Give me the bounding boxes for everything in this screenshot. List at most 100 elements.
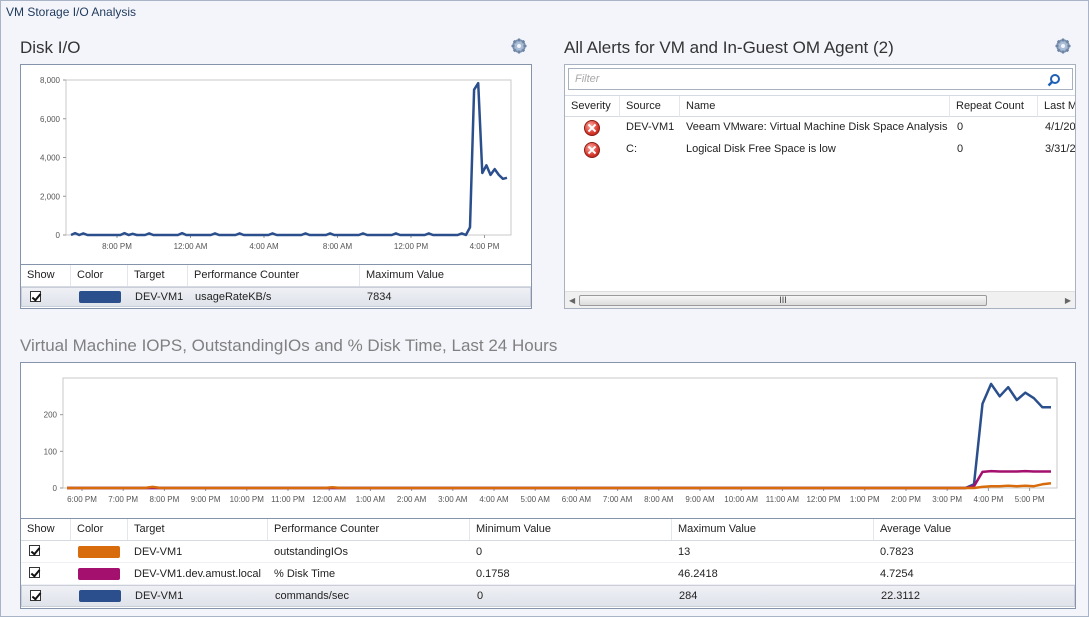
min-value-cell: 0 — [476, 546, 483, 558]
series-color-swatch — [78, 546, 120, 558]
alerts-horizontal-scrollbar[interactable]: ◀ III ▶ — [565, 291, 1075, 308]
header-show[interactable]: Show — [21, 519, 71, 540]
y-tick-label: 6,000 — [40, 115, 61, 124]
header-show[interactable]: Show — [21, 265, 71, 286]
iops-legend-table: Show Color Target Performance Counter Mi… — [21, 518, 1075, 608]
scrollbar-grip: III — [779, 295, 787, 305]
iops-chart: 0 100 200 6:00 PM 7:00 PM 8:00 PM 9:00 PM 10:00… — [44, 377, 1058, 504]
y-tick-label: 0 — [53, 484, 58, 493]
x-tick-label: 11:00 AM — [766, 495, 800, 504]
iops-panel: 0 100 200 6:00 PM 7:00 PM 8:00 PM 9:00 PM 10:00… — [20, 362, 1076, 609]
iops-legend-row[interactable]: DEV-VM1 outstandingIOs 0 13 0.7823 — [21, 541, 1075, 563]
alert-last-modified-cell: 3/31/2 — [1045, 143, 1075, 155]
header-repeat-count[interactable]: Repeat Count — [950, 96, 1038, 117]
min-value-cell: 0.1758 — [476, 568, 510, 580]
y-tick-label: 4,000 — [40, 154, 61, 163]
counter-cell: % Disk Time — [274, 568, 336, 580]
alert-row[interactable]: DEV-VM1 Veeam VMware: Virtual Machine Di… — [565, 117, 1075, 139]
max-value-cell: 13 — [678, 546, 691, 558]
series-line-usageratekb-s — [70, 81, 508, 237]
max-value-cell: 7834 — [367, 291, 392, 303]
error-severity-icon — [584, 120, 600, 136]
counter-cell: commands/sec — [275, 590, 349, 602]
series-line-outstandingios — [67, 481, 1052, 490]
scroll-right-icon[interactable]: ▶ — [1065, 296, 1071, 305]
show-checkbox[interactable] — [30, 291, 41, 302]
show-checkbox[interactable] — [30, 590, 41, 601]
series-color-swatch — [78, 568, 120, 580]
header-maximum-value[interactable]: Maximum Value — [672, 519, 874, 540]
header-maximum-value[interactable]: Maximum Value — [360, 265, 531, 286]
header-target[interactable]: Target — [128, 265, 188, 286]
x-tick-label: 2:00 PM — [891, 495, 921, 504]
alerts-settings-gear-icon[interactable] — [1055, 38, 1071, 54]
x-tick-label: 4:00 AM — [479, 495, 509, 504]
disk-io-legend-table: Show Color Target Performance Counter Ma… — [21, 264, 531, 308]
show-checkbox[interactable] — [29, 545, 40, 556]
counter-cell: outstandingIOs — [274, 546, 348, 558]
scroll-left-icon[interactable]: ◀ — [569, 296, 575, 305]
x-tick-label: 8:00 PM — [102, 242, 132, 251]
x-tick-label: 6:00 PM — [67, 495, 97, 504]
alert-row[interactable]: C: Logical Disk Free Space is low 0 3/31… — [565, 139, 1075, 161]
window-title: VM Storage I/O Analysis — [6, 5, 137, 19]
header-target[interactable]: Target — [128, 519, 268, 540]
iops-legend-row[interactable]: DEV-VM1.dev.amust.local % Disk Time 0.17… — [21, 563, 1075, 585]
x-tick-label: 5:00 PM — [1015, 495, 1045, 504]
header-color[interactable]: Color — [71, 265, 128, 286]
alert-source-cell: C: — [626, 143, 637, 155]
y-tick-label: 200 — [44, 411, 58, 420]
series-color-swatch — [79, 291, 121, 303]
series-line--disk-time — [67, 469, 1051, 490]
alerts-table-header: Severity Source Name Repeat Count Last M — [565, 95, 1075, 117]
x-tick-label: 4:00 PM — [470, 242, 500, 251]
header-average-value[interactable]: Average Value — [874, 519, 1075, 540]
target-cell: DEV-VM1 — [134, 546, 183, 558]
x-tick-label: 12:00 AM — [312, 495, 346, 504]
avg-value-cell: 0.7823 — [880, 546, 914, 558]
x-tick-label: 7:00 PM — [108, 495, 138, 504]
x-tick-label: 12:00 AM — [174, 242, 208, 251]
iops-legend-row[interactable]: DEV-VM1 commands/sec 0 284 22.3112 — [21, 585, 1075, 607]
counter-cell: usageRateKB/s — [195, 291, 272, 303]
y-tick-label: 2,000 — [40, 192, 61, 201]
alerts-filter-input[interactable]: Filter — [568, 68, 1073, 90]
alert-last-modified-cell: 4/1/20 — [1045, 121, 1075, 133]
header-severity[interactable]: Severity — [565, 96, 620, 117]
header-last-modified[interactable]: Last M — [1038, 96, 1075, 117]
max-value-cell: 284 — [679, 590, 698, 602]
disk-io-chart: 0 2,000 4,000 6,000 8,000 8:00 PM 12:00 AM 4:00… — [40, 76, 512, 251]
x-tick-label: 8:00 AM — [644, 495, 674, 504]
alerts-table: Severity Source Name Repeat Count Last M… — [565, 95, 1075, 290]
header-source[interactable]: Source — [620, 96, 680, 117]
x-tick-label: 5:00 AM — [521, 495, 551, 504]
disk-io-panel: 0 2,000 4,000 6,000 8,000 8:00 PM 12:00 AM 4:00… — [20, 64, 532, 309]
plot-area — [65, 79, 512, 236]
x-tick-label: 12:00 PM — [394, 242, 429, 251]
header-name[interactable]: Name — [680, 96, 950, 117]
x-tick-label: 9:00 AM — [685, 495, 715, 504]
header-performance-counter[interactable]: Performance Counter — [268, 519, 470, 540]
header-performance-counter[interactable]: Performance Counter — [188, 265, 360, 286]
alert-repeat-cell: 0 — [957, 143, 964, 155]
header-color[interactable]: Color — [71, 519, 128, 540]
disk-io-legend-header: Show Color Target Performance Counter Ma… — [21, 265, 531, 287]
max-value-cell: 46.2418 — [678, 568, 718, 580]
scrollbar-thumb[interactable]: III — [579, 295, 987, 306]
series-color-swatch — [79, 590, 121, 602]
target-cell: DEV-VM1.dev.amust.local — [134, 568, 261, 580]
x-tick-label: 2:00 AM — [397, 495, 427, 504]
disk-io-title: Disk I/O — [20, 38, 81, 57]
series-line-commands-sec — [67, 382, 1051, 490]
header-minimum-value[interactable]: Minimum Value — [470, 519, 672, 540]
window-frame: VM Storage I/O Analysis Disk I/O 0 2,000 4… — [0, 0, 1089, 617]
min-value-cell: 0 — [477, 590, 484, 602]
alert-name-cell: Logical Disk Free Space is low — [686, 143, 836, 155]
x-tick-label: 10:00 AM — [724, 495, 758, 504]
disk-io-legend-row[interactable]: DEV-VM1 usageRateKB/s 7834 — [21, 287, 531, 307]
y-tick-label: 8,000 — [40, 76, 61, 85]
show-checkbox[interactable] — [29, 567, 40, 578]
avg-value-cell: 4.7254 — [880, 568, 914, 580]
disk-io-settings-gear-icon[interactable] — [511, 38, 527, 54]
search-icon[interactable] — [1047, 73, 1061, 87]
